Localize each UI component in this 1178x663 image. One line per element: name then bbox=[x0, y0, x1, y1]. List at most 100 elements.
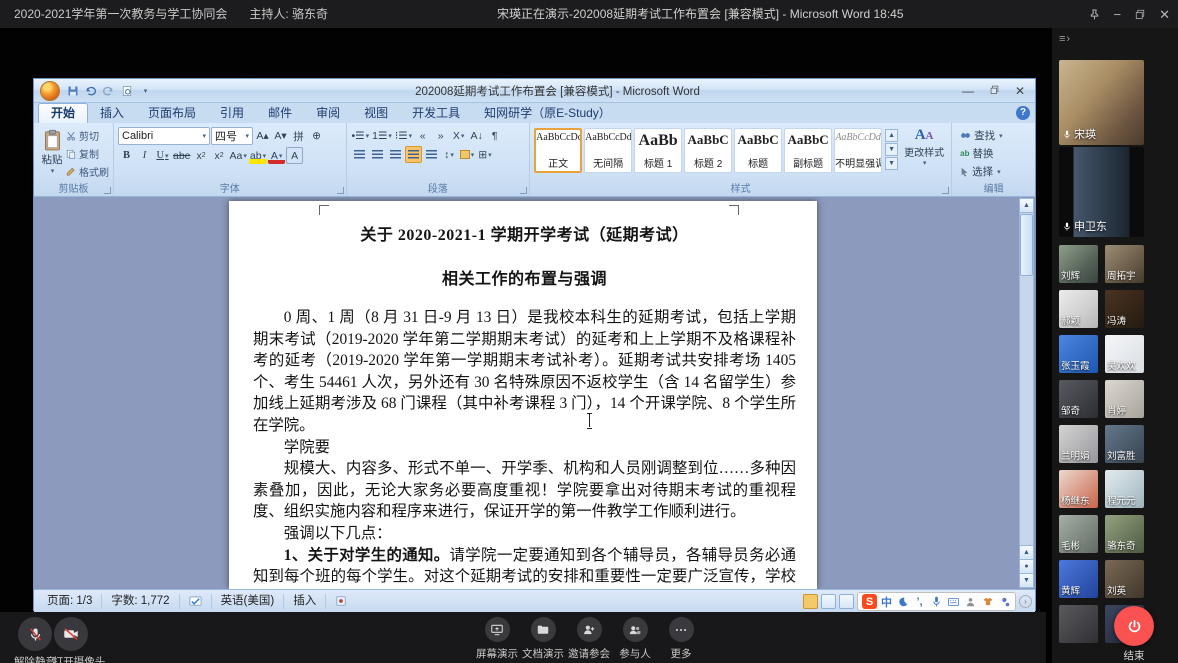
unmute-button[interactable] bbox=[18, 617, 52, 651]
change-case-button[interactable]: Aa▾ bbox=[229, 147, 248, 164]
font-size-select[interactable]: 四号▾ bbox=[211, 127, 253, 145]
save-icon[interactable] bbox=[65, 83, 80, 98]
qat-dropdown-icon[interactable]: ▾ bbox=[138, 83, 153, 98]
camera-on-button[interactable] bbox=[54, 617, 88, 651]
insert-mode[interactable]: 插入 bbox=[284, 594, 326, 609]
tab-home[interactable]: 开始 bbox=[38, 103, 88, 123]
share-screen-button[interactable]: 屏幕演示 bbox=[479, 617, 515, 661]
scrollbar-thumb[interactable] bbox=[1020, 214, 1033, 276]
scroll-up-icon[interactable]: ▲ bbox=[1020, 199, 1033, 213]
align-right-button[interactable] bbox=[387, 146, 404, 163]
invite-button[interactable]: 邀请参会 bbox=[571, 617, 607, 661]
ime-voice-icon[interactable] bbox=[930, 595, 943, 608]
bold-button[interactable]: B bbox=[118, 147, 135, 164]
sort-button[interactable]: A↓ bbox=[468, 127, 485, 144]
paste-button[interactable]: 粘贴 ▾ bbox=[38, 125, 66, 181]
styles-dialog-launcher[interactable] bbox=[942, 187, 949, 194]
ime-skin-icon[interactable] bbox=[981, 595, 994, 608]
grow-font-button[interactable]: A▴ bbox=[254, 128, 271, 145]
tab-mailings[interactable]: 邮件 bbox=[256, 104, 304, 123]
next-page-icon[interactable]: ▼ bbox=[1020, 573, 1033, 587]
phonetic-guide-button[interactable]: 拼 bbox=[290, 128, 307, 145]
style-subtle-emphasis[interactable]: AaBbCcDd 不明显强调 bbox=[834, 128, 882, 173]
restore-icon[interactable] bbox=[1134, 8, 1146, 20]
participant-thumbnail[interactable]: 程元元 bbox=[1105, 470, 1144, 508]
participant-thumbnail[interactable]: 毛彬 bbox=[1059, 515, 1098, 553]
styles-scroll-up-icon[interactable]: ▲ bbox=[885, 129, 898, 142]
asian-layout-button[interactable]: X▾ bbox=[450, 127, 467, 144]
ime-language-icon[interactable]: 中 bbox=[881, 594, 892, 610]
line-spacing-button[interactable]: ↕▾ bbox=[441, 146, 458, 163]
shading-button[interactable]: ▾ bbox=[459, 146, 476, 163]
styles-more-icon[interactable]: ▼ bbox=[885, 157, 898, 170]
paragraph-dialog-launcher[interactable] bbox=[520, 187, 527, 194]
show-marks-button[interactable]: ¶ bbox=[486, 127, 503, 144]
minimize-icon[interactable]: − bbox=[1114, 8, 1122, 21]
language-indicator[interactable]: 英语(美国) bbox=[212, 594, 285, 609]
change-styles-button[interactable]: AA 更改样式 ▾ bbox=[901, 125, 947, 181]
subscript-button[interactable]: x2 bbox=[193, 147, 210, 164]
fullscreen-view-button[interactable] bbox=[821, 594, 836, 609]
participant-thumbnail[interactable]: 郝颖 bbox=[1059, 290, 1098, 328]
participant-thumbnail[interactable]: 杨继东 bbox=[1059, 470, 1098, 508]
macro-record-icon[interactable] bbox=[326, 594, 356, 609]
page-indicator[interactable]: 页面: 1/3 bbox=[38, 594, 102, 609]
web-layout-view-button[interactable] bbox=[839, 594, 854, 609]
borders-button[interactable]: ⊞▾ bbox=[477, 146, 494, 163]
increase-indent-button[interactable]: » bbox=[432, 127, 449, 144]
participant-thumbnail[interactable] bbox=[1059, 605, 1098, 643]
style-normal[interactable]: AaBbCcDd 正文 bbox=[534, 128, 582, 173]
ime-fullhalf-moon-icon[interactable] bbox=[896, 595, 909, 608]
italic-button[interactable]: I bbox=[136, 147, 153, 164]
vertical-scrollbar[interactable]: ▲ ▲ ● ▼ bbox=[1019, 198, 1034, 588]
office-button[interactable] bbox=[40, 81, 60, 101]
replace-button[interactable]: ab 替换 bbox=[960, 146, 1031, 161]
style-no-spacing[interactable]: AaBbCcDd 无间隔 bbox=[584, 128, 632, 173]
participant-thumbnail[interactable]: 邹奇 bbox=[1059, 380, 1098, 418]
word-close-icon[interactable]: ✕ bbox=[1015, 84, 1025, 98]
share-document-button[interactable]: 文档演示 bbox=[525, 617, 561, 661]
help-icon[interactable]: ? bbox=[1016, 106, 1030, 120]
select-browse-object-icon[interactable]: ● bbox=[1020, 559, 1033, 573]
tab-page-layout[interactable]: 页面布局 bbox=[136, 104, 208, 123]
featured-video-tile[interactable]: 申卫东 bbox=[1059, 147, 1144, 237]
character-shading-button[interactable]: A bbox=[286, 147, 303, 164]
tab-references[interactable]: 引用 bbox=[208, 104, 256, 123]
end-meeting-button[interactable] bbox=[1114, 606, 1154, 646]
superscript-button[interactable]: x2 bbox=[211, 147, 228, 164]
style-heading2[interactable]: AaBbC 标题 2 bbox=[684, 128, 732, 173]
ime-keyboard-icon[interactable] bbox=[947, 595, 960, 608]
undo-icon[interactable] bbox=[83, 83, 98, 98]
format-painter-button[interactable]: 格式刷 bbox=[66, 164, 109, 179]
align-center-button[interactable] bbox=[369, 146, 386, 163]
font-name-select[interactable]: Calibri▾ bbox=[118, 127, 210, 145]
word-count[interactable]: 字数: 1,772 bbox=[102, 594, 179, 609]
enclose-characters-button[interactable]: ⊕ bbox=[308, 128, 325, 145]
tab-cnki-estudy[interactable]: 知网研学（原E-Study） bbox=[472, 104, 623, 123]
participant-thumbnail[interactable]: 刘富胜 bbox=[1105, 425, 1144, 463]
participant-thumbnail[interactable]: 吴欢欢 bbox=[1105, 335, 1144, 373]
redo-icon[interactable] bbox=[101, 83, 116, 98]
participant-thumbnail[interactable]: 刘辉 bbox=[1059, 245, 1098, 283]
more-button[interactable]: 更多 bbox=[663, 617, 699, 661]
ime-expand-icon[interactable]: › bbox=[1019, 595, 1032, 608]
strikethrough-button[interactable]: abe bbox=[172, 147, 192, 164]
copy-button[interactable]: 复制 bbox=[66, 146, 109, 161]
font-color-button[interactable]: A▾ bbox=[268, 147, 285, 164]
document-page[interactable]: 关于 2020-2021-1 学期开学考试（延期考试） 相关工作的布置与强调 0… bbox=[229, 201, 817, 589]
ime-userbar-icon[interactable] bbox=[964, 595, 977, 608]
distribute-button[interactable] bbox=[423, 146, 440, 163]
participant-thumbnail[interactable]: 骆东奇 bbox=[1105, 515, 1144, 553]
participant-thumbnail[interactable]: 周拓宇 bbox=[1105, 245, 1144, 283]
participant-thumbnail[interactable]: 张玉霞 bbox=[1059, 335, 1098, 373]
cut-button[interactable]: 剪切 bbox=[66, 128, 109, 143]
bullets-button[interactable]: •☰▾ bbox=[351, 127, 371, 144]
clipboard-dialog-launcher[interactable] bbox=[104, 187, 111, 194]
tab-view[interactable]: 视图 bbox=[352, 104, 400, 123]
style-title[interactable]: AaBbC 标题 bbox=[734, 128, 782, 173]
close-icon[interactable]: ✕ bbox=[1159, 8, 1170, 21]
font-dialog-launcher[interactable] bbox=[337, 187, 344, 194]
shrink-font-button[interactable]: A▾ bbox=[272, 128, 289, 145]
ime-toolbox-icon[interactable] bbox=[998, 595, 1011, 608]
participant-thumbnail[interactable]: 刘英 bbox=[1105, 560, 1144, 598]
